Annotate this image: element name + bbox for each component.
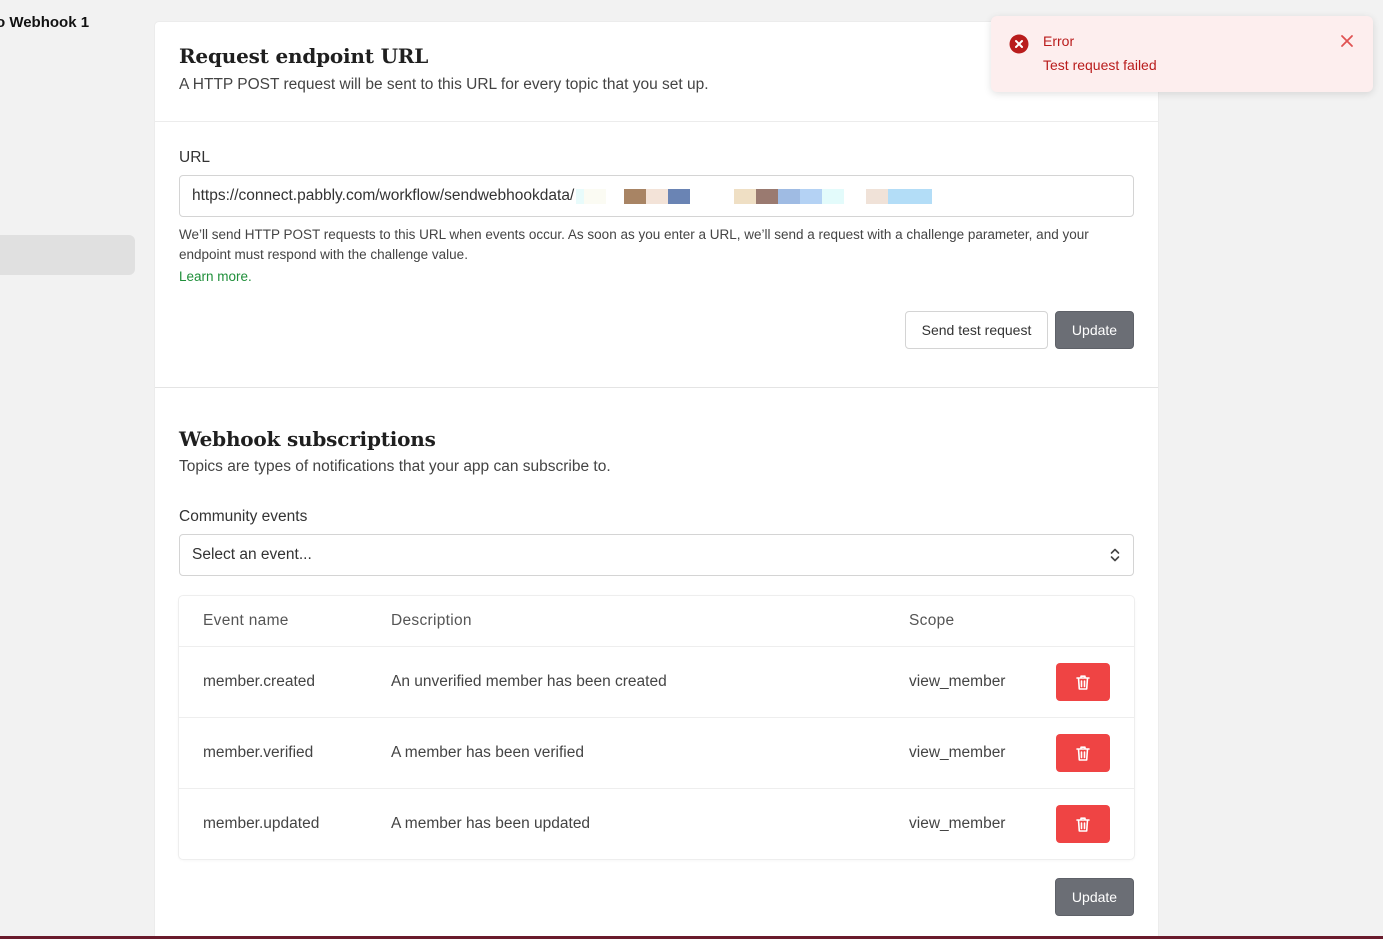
event-select-placeholder: Select an event... (192, 546, 312, 563)
scope-cell: view_member (909, 673, 1006, 690)
select-caret-icon (1109, 546, 1121, 564)
scope-cell: view_member (909, 744, 1006, 761)
trash-icon (1076, 674, 1090, 690)
column-header-event-name: Event name (203, 612, 289, 629)
close-icon[interactable] (1339, 33, 1355, 49)
delete-button[interactable] (1056, 734, 1110, 772)
sidebar-selected-item[interactable] (0, 235, 135, 275)
event-name-cell: member.updated (203, 815, 320, 832)
toast-title: Error (1043, 33, 1075, 49)
event-name-cell: member.created (203, 673, 315, 690)
description-cell: A member has been updated (391, 815, 591, 832)
url-label: URL (179, 149, 211, 166)
table-header-row: Event name Description Scope (179, 596, 1134, 647)
update-url-button[interactable]: Update (1055, 311, 1134, 349)
subscriptions-section-header: Webhook subscriptions Topics are types o… (179, 427, 611, 476)
divider (155, 387, 1158, 388)
subscriptions-table: Event name Description Scope member.crea… (179, 596, 1134, 859)
event-name-cell: member.verified (203, 744, 314, 761)
table-row: member.verified A member has been verifi… (179, 718, 1134, 789)
error-circle-icon (1009, 34, 1029, 54)
url-input[interactable]: https://connect.pabbly.com/workflow/send… (179, 175, 1134, 217)
learn-more-link[interactable]: Learn more. (179, 269, 252, 284)
trash-icon (1076, 745, 1090, 761)
trash-icon (1076, 816, 1090, 832)
table-row: member.created An unverified member has … (179, 647, 1134, 718)
column-header-description: Description (391, 612, 472, 629)
redacted-url-segment (576, 188, 933, 204)
description-cell: An unverified member has been created (391, 673, 667, 690)
url-value: https://connect.pabbly.com/workflow/send… (192, 187, 575, 204)
description-cell: A member has been verified (391, 744, 584, 761)
divider (155, 121, 1158, 122)
send-test-request-button[interactable]: Send test request (905, 311, 1048, 349)
community-events-label: Community events (179, 508, 308, 525)
error-toast: Error Test request failed (991, 16, 1373, 92)
toast-message: Test request failed (1043, 57, 1157, 73)
table-row: member.updated A member has been updated… (179, 789, 1134, 859)
sidebar-title: o Webhook 1 (0, 14, 90, 31)
column-header-scope: Scope (909, 612, 955, 629)
update-subscriptions-button[interactable]: Update (1055, 878, 1134, 916)
delete-button[interactable] (1056, 805, 1110, 843)
scope-cell: view_member (909, 815, 1006, 832)
url-help-text: We’ll send HTTP POST requests to this UR… (179, 227, 1089, 262)
delete-button[interactable] (1056, 663, 1110, 701)
subscriptions-subtitle: Topics are types of notifications that y… (179, 458, 611, 475)
event-select[interactable]: Select an event... (179, 534, 1134, 576)
subscriptions-title: Webhook subscriptions (179, 427, 436, 451)
main-panel: Request endpoint URL A HTTP POST request… (155, 22, 1158, 939)
